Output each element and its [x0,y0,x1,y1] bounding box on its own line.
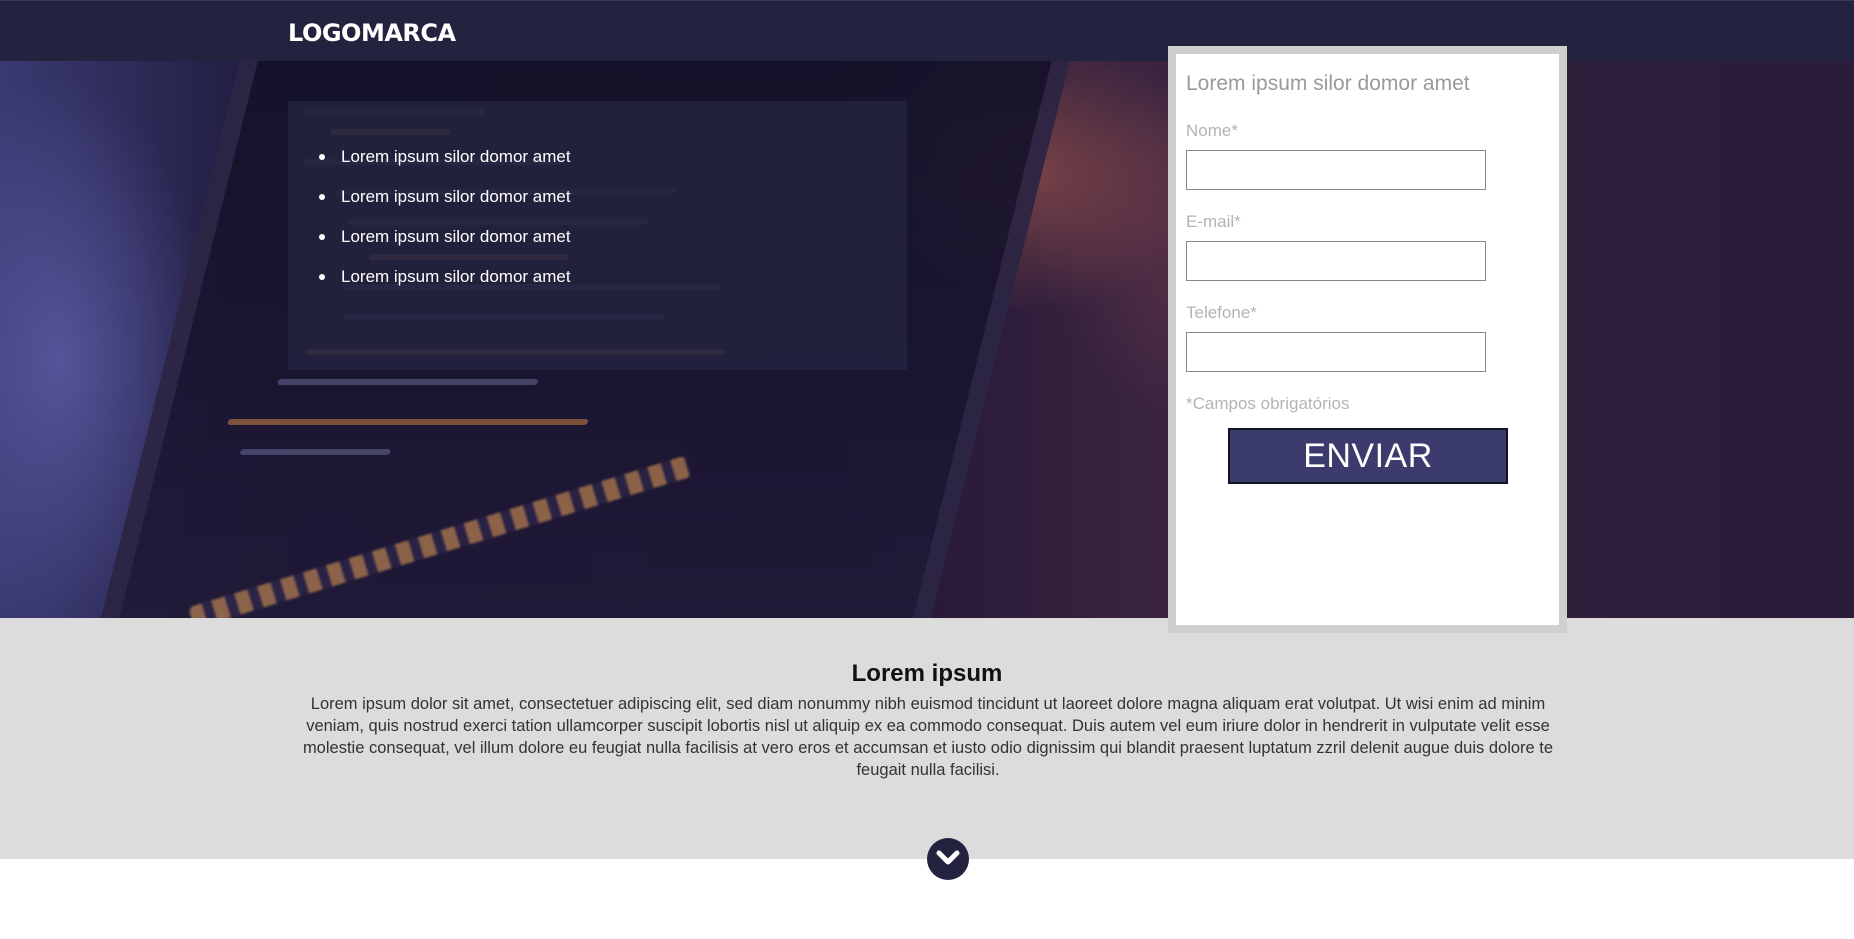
feature-item: Lorem ipsum silor domor amet [318,187,571,227]
info-section: Lorem ipsum Lorem ipsum dolor sit amet, … [0,618,1854,859]
info-title: Lorem ipsum [851,660,1003,687]
email-input[interactable] [1186,241,1486,281]
feature-list-panel: Lorem ipsum silor domor amet Lorem ipsum… [288,101,907,370]
feature-item: Lorem ipsum silor domor amet [318,227,571,267]
top-navbar: LOGOMARCA [0,0,1854,61]
email-label: E-mail* [1186,212,1241,231]
name-label: Nome* [1186,121,1238,140]
name-input[interactable] [1186,150,1486,190]
contact-form-card: Lorem ipsum silor domor amet Nome* E-mai… [1168,46,1567,633]
info-paragraph: Lorem ipsum dolor sit amet, consectetuer… [302,695,1554,779]
phone-label: Telefone* [1186,303,1257,322]
submit-button[interactable]: ENVIAR [1228,428,1508,484]
feature-list: Lorem ipsum silor domor amet Lorem ipsum… [318,147,571,307]
form-title: Lorem ipsum silor domor amet [1186,72,1470,95]
hero-background [0,61,1854,618]
scroll-down-button[interactable] [927,838,969,880]
feature-item: Lorem ipsum silor domor amet [318,147,571,187]
feature-item: Lorem ipsum silor domor amet [318,267,571,307]
phone-input[interactable] [1186,332,1486,372]
required-fields-note: *Campos obrigatórios [1186,394,1350,413]
logo[interactable]: LOGOMARCA [288,19,456,47]
chevron-down-icon [936,850,960,865]
